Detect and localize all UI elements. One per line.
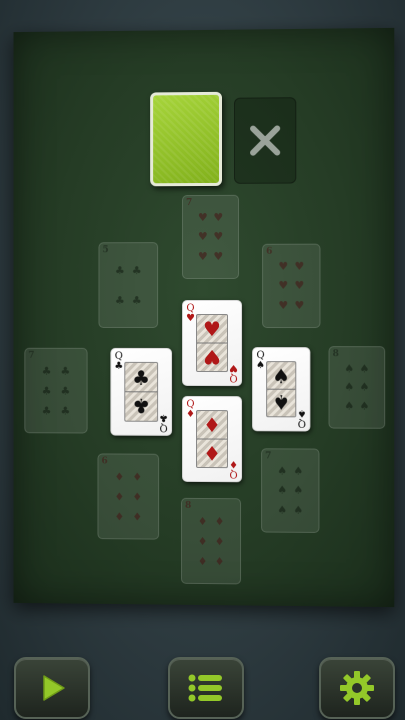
draw-pile[interactable] [150,91,223,187]
ghost-card-upper-left[interactable]: 5 ♣ ♣ ♣ ♣ [98,242,159,328]
menu-button[interactable] [168,657,244,719]
ghost-card-right[interactable]: 8 ♠ ♠ ♠ ♠ ♠ ♠ [328,346,386,429]
card-queen-hearts[interactable]: Q ♥ ♥ ♥ Q ♥ [182,299,243,387]
ghost-card-upper-right[interactable]: 6 ♥ ♥ ♥ ♥ ♥ ♥ [262,243,321,329]
ghost-card-lower-right[interactable]: 7 ♠ ♠ ♠ ♠ ♠ ♠ [261,448,320,533]
queen-portrait: ♣ ♣ [124,361,159,422]
ghost-card-top[interactable]: 7 ♥ ♥ ♥ ♥ ♥ ♥ [182,194,240,280]
card-queen-clubs[interactable]: Q ♣ ♣ ♣ Q ♣ [110,347,173,436]
game-table: 7 ♥ ♥ ♥ ♥ ♥ ♥ 5 ♣ ♣ ♣ ♣ 6 ♥ ♥ ♥ ♥ ♥ ♥ 7 ♣ ♣ ♣ ♣ ♣ ♣… [13,27,395,608]
ghost-card-left[interactable]: 7 ♣ ♣ ♣ ♣ ♣ ♣ [24,347,88,434]
settings-button[interactable] [319,657,395,719]
ghost-card-lower-left[interactable]: 6 ♦ ♦ ♦ ♦ ♦ ♦ [97,453,160,540]
queen-portrait: ♦ ♦ [196,409,229,469]
card-queen-diamonds[interactable]: Q ♦ ♦ ♦ Q ♦ [182,395,243,483]
gear-icon [340,671,374,705]
card-queen-spades[interactable]: Q ♠ ♠ ♠ Q ♠ [252,347,311,432]
play-button[interactable] [14,657,90,719]
close-icon [249,125,280,156]
play-icon [43,675,65,701]
menu-list-icon [188,674,222,702]
queen-portrait: ♥ ♥ [196,313,229,373]
ghost-card-bottom[interactable]: 8 ♦ ♦ ♦ ♦ ♦ ♦ [181,497,242,585]
queen-portrait: ♠ ♠ [266,361,297,418]
discard-slot[interactable] [234,97,297,184]
